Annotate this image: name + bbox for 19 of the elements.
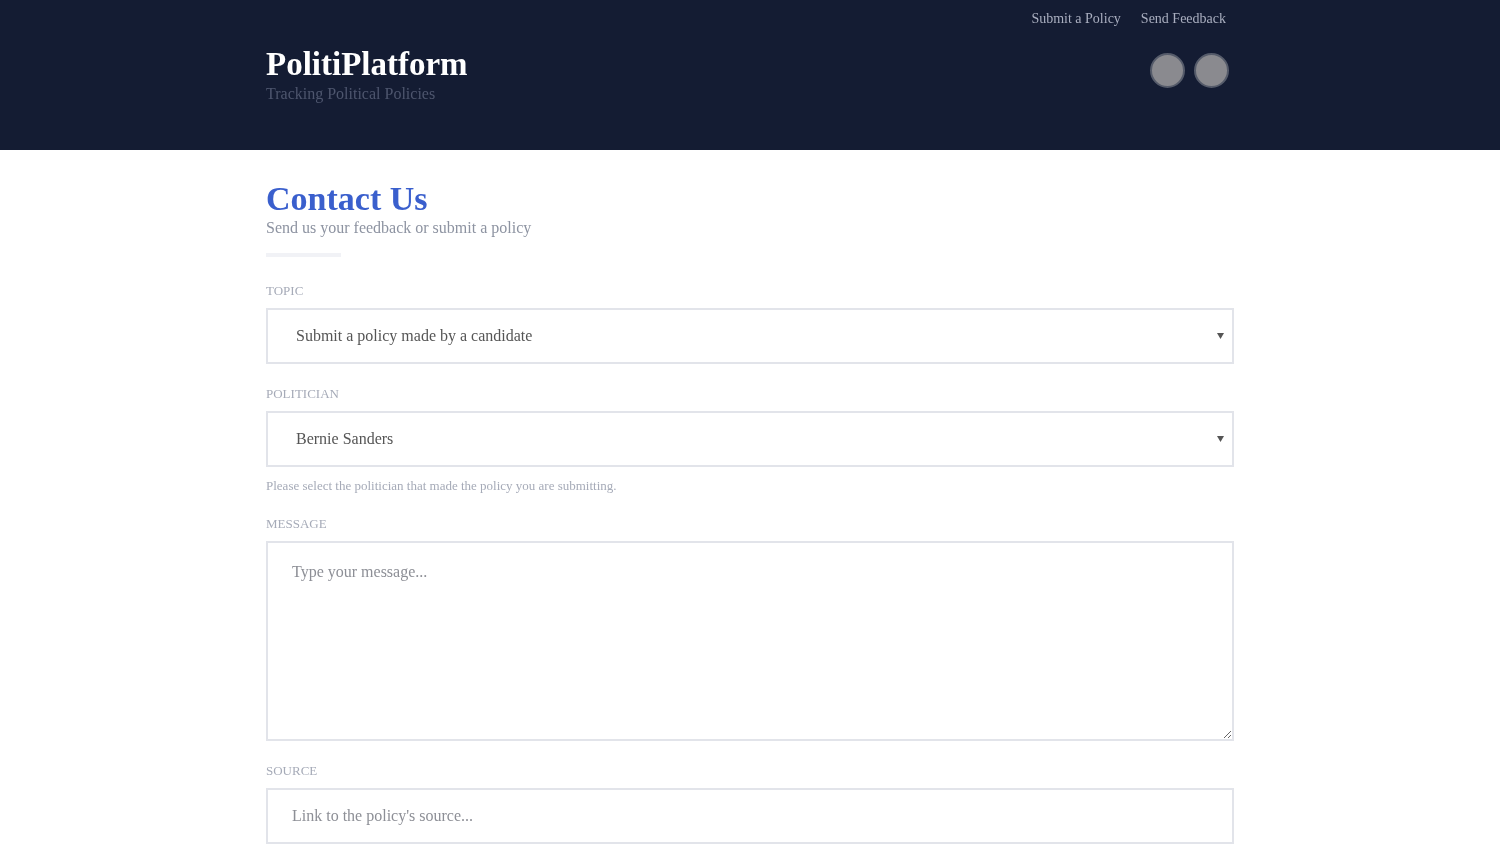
select-field[interactable]: Bernie Sanders [266,411,1234,467]
input-field[interactable]: Link to the policy's source... [266,788,1234,844]
field-label: SOURCE [266,763,319,779]
page-subtitle: Send us your feedback or submit a policy [266,219,533,237]
page-title: Contact Us [266,180,429,218]
site-tagline: Tracking Political Policies [266,85,437,103]
help-text: Please select the politician that made the policy you are submitting. [266,478,618,494]
avatar[interactable] [1194,53,1229,88]
site-title: PolitiPlatform [266,45,468,84]
nav-link[interactable]: Send Feedback [1140,11,1226,27]
field-label: MESSAGE [266,516,328,532]
field-label: POLITICIAN [266,386,340,402]
field-label: TOPIC [266,283,305,299]
dropdown-caret-icon [1217,333,1224,339]
dropdown-caret-icon [1217,436,1224,442]
message-field[interactable]: Type your message... [266,541,1234,741]
nav-link[interactable]: Submit a Policy [1031,11,1121,27]
select-field[interactable]: Submit a policy made by a candidate [266,308,1234,364]
avatar[interactable] [1150,53,1185,88]
